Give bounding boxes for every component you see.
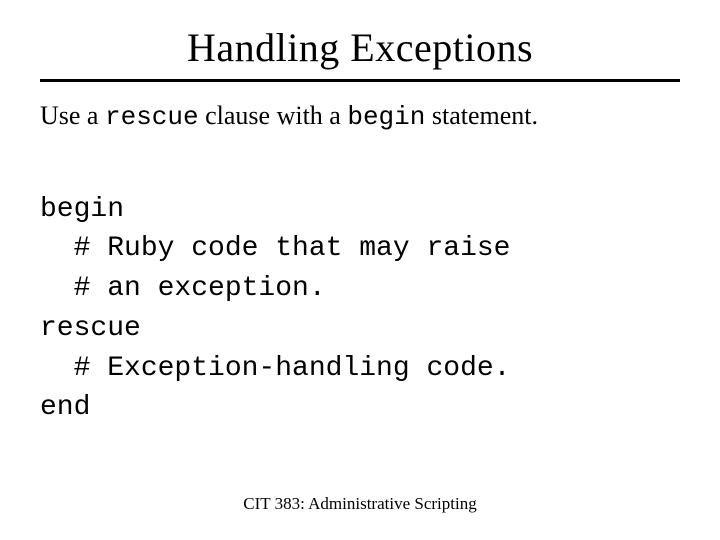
intro-text: Use a rescue clause with a begin stateme… [40, 100, 680, 134]
footer-text: CIT 383: Administrative Scripting [0, 494, 720, 514]
code-line: # Exception-handling code. [40, 349, 680, 389]
intro-part1: Use a [40, 101, 105, 130]
intro-part2: clause with a [199, 101, 348, 130]
code-block: begin # Ruby code that may raise # an ex… [40, 190, 680, 429]
code-line: # Ruby code that may raise [40, 229, 680, 269]
code-line: end [40, 388, 680, 428]
slide: Handling Exceptions Use a rescue clause … [0, 0, 720, 540]
code-line: begin [40, 190, 680, 230]
code-line: # an exception. [40, 269, 680, 309]
slide-title: Handling Exceptions [40, 24, 680, 71]
intro-part3: statement. [425, 101, 538, 130]
intro-code-rescue: rescue [105, 102, 199, 132]
intro-code-begin: begin [347, 102, 425, 132]
title-underline [40, 79, 680, 82]
code-line: rescue [40, 309, 680, 349]
